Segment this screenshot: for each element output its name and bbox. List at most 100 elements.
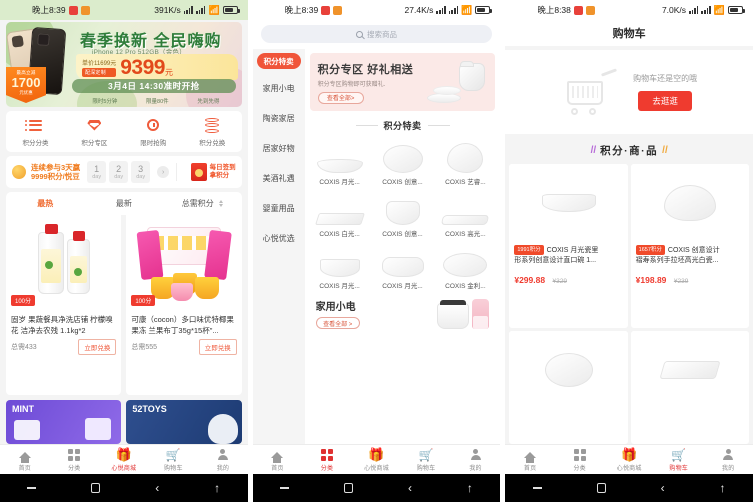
home-button-icon[interactable]: [91, 483, 101, 493]
nav-item-category[interactable]: 分类: [555, 448, 605, 472]
subsection-title: 家用小电: [315, 302, 356, 313]
quicknav-item-exchange[interactable]: 积分兑换: [183, 117, 242, 147]
appliances-section[interactable]: 家用小电 查看全部 >: [310, 296, 496, 335]
nav-item-cart[interactable]: 🛒 购物车: [401, 448, 451, 472]
assistant-icon[interactable]: ↑: [467, 482, 473, 494]
grid-item[interactable]: COXIS 月光...: [310, 240, 370, 290]
bottom-nav: 首页 分类 🎁 心悦商城 🛒 购物车 我的: [252, 444, 501, 474]
view-all-button[interactable]: 查看全部>: [317, 91, 364, 104]
product-card[interactable]: 1991积分 COXIS 月光瓷里 形系列创意设计直口碗 1... ¥299.88…: [509, 164, 628, 328]
original-price: ¥329: [552, 277, 567, 285]
exchange-button[interactable]: 立即兑换: [78, 339, 117, 355]
back-button-icon[interactable]: ‹: [408, 482, 412, 494]
nav-item-home[interactable]: 首页: [253, 448, 303, 472]
product-card[interactable]: 100分 固岁 果蔬餐具净洗店铺 柠檬嗅花 洁净去农残 1.1kg*2 总需43…: [6, 215, 122, 395]
grid-item[interactable]: COXIS 月光...: [373, 240, 433, 290]
sidebar-item-points-sale[interactable]: 积分特卖: [256, 53, 301, 69]
nav-item-cart[interactable]: 🛒 购物车: [149, 448, 199, 472]
sidebar-item-selected[interactable]: 心悦优选: [253, 223, 305, 253]
product-label: COXIS 创意...: [382, 231, 423, 238]
grid-item[interactable]: COXIS 高光...: [435, 188, 495, 238]
home-button-icon[interactable]: [596, 483, 606, 493]
user-icon: [470, 448, 481, 462]
appliance-art: [437, 298, 495, 329]
nav-item-category[interactable]: 分类: [50, 448, 100, 472]
banner-note-2: 限量80件: [146, 99, 169, 105]
grid-item[interactable]: COXIS 月光...: [310, 136, 370, 186]
nav-item-profile[interactable]: 我的: [198, 448, 248, 472]
signin-line-1: 连续参与3天赢: [31, 162, 81, 172]
quicknav-item-zone[interactable]: 积分专区: [65, 117, 124, 147]
nav-item-profile[interactable]: 我的: [703, 448, 753, 472]
quicknav-label-3: 积分兑换: [199, 140, 226, 147]
product-card[interactable]: [630, 330, 750, 444]
red-envelope-icon: [190, 163, 207, 181]
signin-day-2[interactable]: 2 day: [109, 161, 129, 183]
user-icon: [217, 448, 228, 462]
promo-tag: MINT: [12, 404, 34, 414]
product-title-line-2: 形系列创意设计直口碗 1...: [514, 257, 597, 265]
nav-item-mall[interactable]: 🎁 心悦商城: [352, 448, 402, 472]
recent-apps-icon[interactable]: [532, 487, 542, 489]
sidebar-item-appliances[interactable]: 家用小电: [253, 73, 305, 103]
daily-signin-entry[interactable]: 每日签到 拿积分: [190, 163, 236, 181]
quicknav-item-categories[interactable]: 积分分类: [6, 117, 65, 147]
notification-icon: [321, 5, 331, 15]
grid-icon: [573, 448, 586, 462]
nav-item-home[interactable]: 首页: [505, 448, 555, 472]
home-button-icon[interactable]: [344, 483, 354, 493]
grid-item[interactable]: COXIS 艺睿...: [435, 136, 495, 186]
signin-day-3[interactable]: 3 day: [131, 161, 151, 183]
assistant-icon[interactable]: ↑: [214, 482, 220, 494]
promo-card-52toys[interactable]: 52TOYS: [126, 400, 242, 444]
sidebar-item-home-goods[interactable]: 居家好物: [253, 133, 305, 163]
product-card[interactable]: 100分 可康（cocon）多口味优特椰果果冻 兰果布丁35g*15杯"... …: [126, 215, 242, 395]
search-input[interactable]: 搜索商品: [260, 25, 493, 43]
product-card[interactable]: [509, 330, 628, 444]
sidebar-item-wine[interactable]: 美酒礼遇: [253, 163, 305, 193]
recent-apps-icon[interactable]: [280, 487, 290, 489]
divider-left: [355, 125, 378, 126]
signal-icon-2: [196, 6, 206, 14]
promo-card-mint[interactable]: MINT: [6, 400, 122, 444]
go-shopping-button[interactable]: 去逛逛: [638, 91, 692, 111]
network-speed: 7.0K/s: [661, 5, 687, 15]
grid-item[interactable]: COXIS 创意...: [373, 136, 433, 186]
nav-item-cart[interactable]: 🛒 购物车: [654, 448, 704, 472]
sidebar-item-baby[interactable]: 婴童用品: [253, 193, 305, 223]
nav-item-category[interactable]: 分类: [302, 448, 352, 472]
promo-banner[interactable]: 最高立减 1700 元优惠 春季换新 全民嗨购 iPhone 12 Pro 51…: [6, 22, 242, 107]
sort-tab-points[interactable]: 总需积分: [163, 198, 242, 209]
sidebar-item-ceramics[interactable]: 陶瓷家居: [253, 103, 305, 133]
product-image: [435, 188, 495, 228]
banner-price-band: 单价11699元 配深定制 9399 元: [76, 54, 238, 80]
sort-tab-hot[interactable]: 最热: [6, 198, 85, 209]
coin-icon: [12, 165, 26, 179]
quicknav-item-flashsale[interactable]: 限时抢购: [124, 117, 183, 147]
nav-item-mall[interactable]: 🎁 心悦商城: [604, 448, 654, 472]
grid-item[interactable]: COXIS 创意...: [373, 188, 433, 238]
signin-row[interactable]: 连续参与3天赢 9999积分/悦豆 1 day 2 day 3 day › 每日…: [6, 156, 242, 188]
nav-item-home[interactable]: 首页: [0, 448, 50, 472]
assistant-icon[interactable]: ↑: [720, 482, 726, 494]
sort-tab-new[interactable]: 最新: [85, 198, 164, 209]
grid-item[interactable]: COXIS 金利...: [435, 240, 495, 290]
back-button-icon[interactable]: ‹: [155, 482, 159, 494]
phone-screen-category: 晚上8:39 27.4K/s 📶 搜索商品 积分特卖 家用小电 陶瓷家居 居家好…: [252, 0, 501, 502]
product-grid: COXIS 月光... COXIS 创意... COXIS 艺睿... COXI…: [310, 136, 496, 290]
nav-item-mall[interactable]: 🎁 心悦商城: [99, 448, 149, 472]
product-card[interactable]: 1657积分 COXIS 创意设计 褶寿系列手拉坯高光白瓷... ¥198.89 …: [630, 164, 750, 328]
points-zone-banner[interactable]: 积分专区 好礼相送 积分专区购物即可获赠礼. 查看全部>: [309, 53, 496, 111]
exchange-button[interactable]: 立即兑换: [198, 339, 237, 355]
back-button-icon[interactable]: ‹: [661, 482, 665, 494]
status-bar: 晚上8:39 27.4K/s 📶: [252, 0, 501, 20]
nav-item-profile[interactable]: 我的: [451, 448, 501, 472]
grid-item[interactable]: COXIS 白光...: [310, 188, 370, 238]
recent-apps-icon[interactable]: [27, 487, 37, 489]
network-speed: 391K/s: [154, 5, 181, 15]
divider-right: [427, 125, 450, 126]
chevron-right-icon[interactable]: ›: [157, 166, 170, 178]
signin-day-1[interactable]: 1 day: [87, 161, 107, 183]
android-nav-bar: ‹ ↑: [252, 474, 501, 502]
view-all-button[interactable]: 查看全部 >: [315, 317, 360, 329]
